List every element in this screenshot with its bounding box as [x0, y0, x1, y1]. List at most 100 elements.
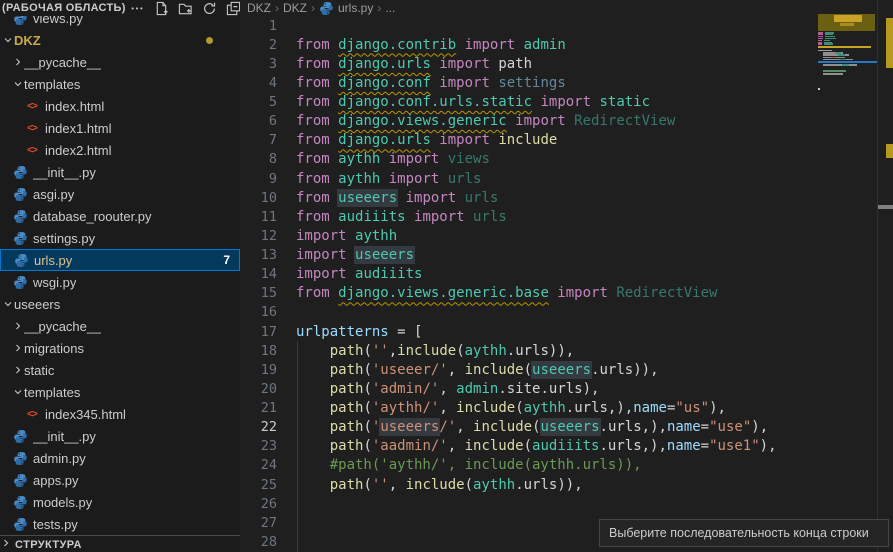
code-line[interactable]: 22 path('useeers/', include(useeers.urls… [240, 418, 893, 437]
tree-item-urls.py[interactable]: urls.py7 [0, 249, 240, 271]
tree-item-label: DKZ [14, 33, 41, 48]
refresh-icon[interactable] [202, 1, 217, 16]
outline-section-header[interactable]: СТРУКТУРА [0, 535, 240, 552]
line-number[interactable]: 24 [240, 457, 277, 473]
line-number[interactable]: 3 [240, 56, 277, 72]
code-line[interactable]: 5from django.conf.urls.static import sta… [240, 93, 893, 112]
code-line[interactable]: 1 [240, 16, 893, 35]
tree-item-admin.py[interactable]: admin.py [0, 447, 240, 469]
tree-item-index2.html[interactable]: <>index2.html [0, 139, 240, 161]
code-line[interactable]: 19 path('useeer/', include(useeers.urls)… [240, 360, 893, 379]
code-line[interactable]: 9from aythh import urls [240, 169, 893, 188]
tree-item-DKZ[interactable]: DKZ [0, 29, 240, 51]
line-number[interactable]: 17 [240, 324, 277, 340]
code-line[interactable]: 17urlpatterns = [ [240, 322, 893, 341]
breadcrumb-item[interactable]: ... [385, 1, 395, 15]
line-number[interactable]: 19 [240, 362, 277, 378]
tree-item-apps.py[interactable]: apps.py [0, 469, 240, 491]
line-number[interactable]: 22 [240, 419, 277, 435]
tree-item-__pycache__[interactable]: __pycache__ [0, 51, 240, 73]
line-number[interactable]: 6 [240, 113, 277, 129]
tree-item-useeers[interactable]: useeers [0, 293, 240, 315]
overview-ruler[interactable] [878, 0, 893, 552]
code-line[interactable]: 6from django.views.generic import Redire… [240, 112, 893, 131]
minimap-bar [840, 23, 854, 26]
breadcrumb[interactable]: DKZ›DKZ›urls.py›... [240, 0, 893, 16]
line-number[interactable]: 27 [240, 515, 277, 531]
line-number[interactable]: 25 [240, 477, 277, 493]
line-number[interactable]: 11 [240, 209, 277, 225]
line-number[interactable]: 8 [240, 151, 277, 167]
code-line[interactable]: 21 path('aythh/', include(aythh.urls,),n… [240, 399, 893, 418]
code-line[interactable]: 25 path('', include(aythh.urls)), [240, 475, 893, 494]
line-number[interactable]: 4 [240, 75, 277, 91]
minimap[interactable] [818, 14, 877, 104]
code-text: from django.views.generic.base import Re… [296, 285, 717, 301]
breadcrumb-item[interactable]: DKZ [247, 1, 271, 15]
code-line[interactable]: 18 path('',include(aythh.urls)), [240, 341, 893, 360]
tree-item-__pycache__[interactable]: __pycache__ [0, 315, 240, 337]
code-text: import useeers [296, 247, 414, 263]
code-area[interactable]: 12from django.contrib import admin3from … [240, 16, 893, 552]
tree-item-index.html[interactable]: <>index.html [0, 95, 240, 117]
code-line[interactable]: 24 #path('aythh/', include(aythh.urls)), [240, 456, 893, 475]
line-number[interactable]: 15 [240, 285, 277, 301]
python-file-icon [12, 208, 28, 224]
tree-item-static[interactable]: static [0, 359, 240, 381]
line-number[interactable]: 16 [240, 304, 277, 320]
line-number[interactable]: 1 [240, 18, 277, 34]
python-file-icon [12, 472, 28, 488]
line-number[interactable]: 14 [240, 266, 277, 282]
tree-item-database_roouter.py[interactable]: database_roouter.py [0, 205, 240, 227]
tree-item-settings.py[interactable]: settings.py [0, 227, 240, 249]
tree-item-asgi.py[interactable]: asgi.py [0, 183, 240, 205]
tree-item-index345.html[interactable]: <>index345.html [0, 403, 240, 425]
code-line[interactable]: 20 path('admin/', admin.site.urls), [240, 379, 893, 398]
line-number[interactable]: 7 [240, 132, 277, 148]
more-actions-icon[interactable] [130, 1, 145, 16]
code-line[interactable]: 10from useeers import urls [240, 188, 893, 207]
tree-item-tests.py[interactable]: tests.py [0, 513, 240, 535]
line-number[interactable]: 18 [240, 343, 277, 359]
code-line[interactable]: 11from audiiits import urls [240, 207, 893, 226]
code-line[interactable]: 12import aythh [240, 226, 893, 245]
code-line[interactable]: 3from django.urls import path [240, 54, 893, 73]
code-line[interactable]: 7from django.urls import include [240, 131, 893, 150]
tree-item-__init__.py[interactable]: __init__.py [0, 425, 240, 447]
line-number[interactable]: 20 [240, 381, 277, 397]
code-line[interactable]: 4from django.conf import settings [240, 73, 893, 92]
explorer-section-header[interactable]: (РАБОЧАЯ ОБЛАСТЬ) [0, 0, 240, 16]
new-folder-icon[interactable] [178, 1, 193, 16]
breadcrumb-item[interactable]: urls.py [319, 1, 373, 16]
code-line[interactable]: 23 path('aadmin/', include(audiiits.urls… [240, 437, 893, 456]
line-number[interactable]: 21 [240, 400, 277, 416]
breadcrumb-item[interactable]: DKZ [283, 1, 307, 15]
code-line[interactable]: 13 import useeers [240, 246, 893, 265]
code-line[interactable]: 8from aythh import views [240, 150, 893, 169]
line-number[interactable]: 26 [240, 496, 277, 512]
code-line[interactable]: 26 [240, 494, 893, 513]
line-number[interactable]: 2 [240, 37, 277, 53]
line-number[interactable]: 9 [240, 171, 277, 187]
tree-item-models.py[interactable]: models.py [0, 491, 240, 513]
tree-item-__init__.py[interactable]: __init__.py [0, 161, 240, 183]
collapse-all-icon[interactable] [226, 1, 240, 16]
line-number[interactable]: 10 [240, 190, 277, 206]
line-number[interactable]: 23 [240, 438, 277, 454]
code-line[interactable]: 15 from django.views.generic.base import … [240, 284, 893, 303]
code-line[interactable]: 16 [240, 303, 893, 322]
line-number[interactable]: 5 [240, 94, 277, 110]
tree-item-templates[interactable]: templates [0, 73, 240, 95]
tree-item-label: asgi.py [33, 187, 74, 202]
tree-item-migrations[interactable]: migrations [0, 337, 240, 359]
tree-item-wsgi.py[interactable]: wsgi.py [0, 271, 240, 293]
tree-item-index1.html[interactable]: <>index1.html [0, 117, 240, 139]
indent-guide [297, 418, 298, 437]
line-number[interactable]: 12 [240, 228, 277, 244]
tree-item-templates[interactable]: templates [0, 381, 240, 403]
code-line[interactable]: 14import audiiits [240, 265, 893, 284]
line-number[interactable]: 13 [240, 247, 277, 263]
new-file-icon[interactable] [154, 1, 169, 16]
line-number[interactable]: 28 [240, 534, 277, 550]
code-line[interactable]: 2from django.contrib import admin [240, 35, 893, 54]
